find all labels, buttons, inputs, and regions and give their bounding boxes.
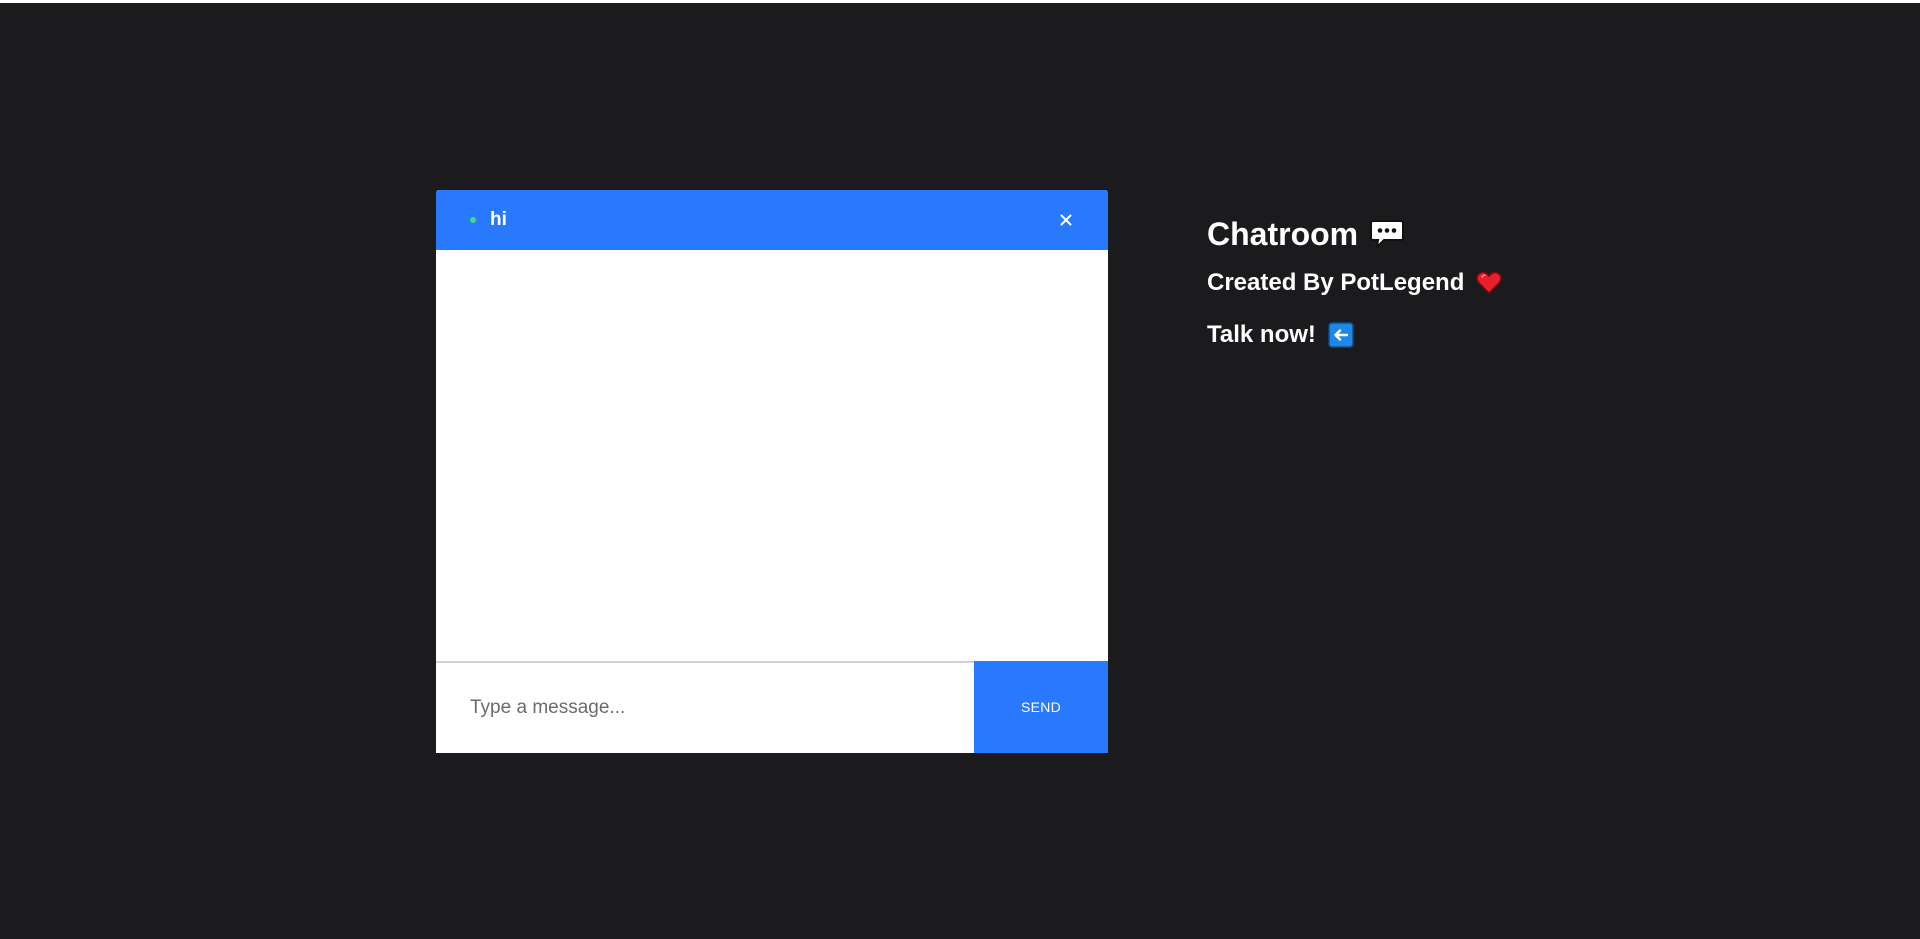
- close-button[interactable]: [1054, 208, 1078, 232]
- cta-row: Talk now!: [1207, 318, 1707, 352]
- messages-area[interactable]: [436, 250, 1108, 661]
- chat-window: hi SEND: [436, 190, 1108, 753]
- left-arrow-icon: [1328, 322, 1354, 348]
- creator-credit: Created By PotLegend: [1207, 269, 1465, 296]
- speech-bubble-icon: [1370, 219, 1405, 249]
- page-title: Chatroom: [1207, 216, 1359, 252]
- subtitle-row: Created By PotLegend: [1207, 266, 1707, 300]
- chat-header: hi: [436, 190, 1108, 250]
- message-input[interactable]: [436, 663, 974, 753]
- send-button[interactable]: SEND: [974, 661, 1108, 753]
- call-to-action: Talk now!: [1207, 321, 1316, 348]
- page: hi SEND Chatroom: [0, 0, 1920, 939]
- room-name: hi: [490, 209, 507, 230]
- page-title-row: Chatroom: [1207, 212, 1707, 256]
- info-panel: Chatroom Created By PotLegend Talk now!: [1207, 212, 1707, 352]
- online-status-icon: [470, 217, 476, 223]
- close-icon: [1060, 214, 1072, 226]
- heart-icon: [1476, 271, 1503, 295]
- compose-bar: SEND: [436, 661, 1108, 753]
